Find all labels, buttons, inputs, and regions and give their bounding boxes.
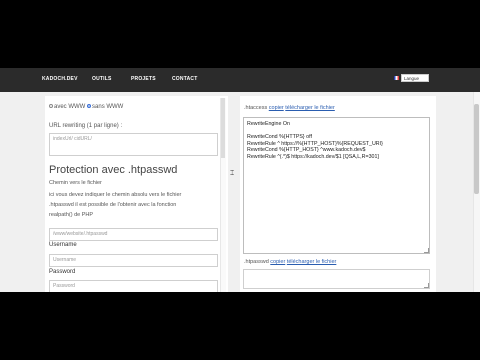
password-label: Password [49, 269, 76, 275]
nav-item-contact[interactable]: CONTACT [172, 76, 197, 82]
radio-without-www-label: sans WWW [92, 104, 124, 110]
htaccess-output-textarea[interactable]: RewriteEngine On RewriteCond %{HTTPS} of… [243, 117, 430, 254]
username-input[interactable]: Username [49, 254, 218, 267]
nav-item-outils[interactable]: OUTILS [92, 76, 112, 82]
mouse-cursor-icon: ⌶ [230, 170, 235, 177]
htpasswd-resize-handle[interactable] [424, 283, 429, 288]
nav-logo[interactable]: KADOCH.DEV [42, 76, 78, 82]
htaccess-label: .htaccess [244, 105, 268, 111]
nav-item-projets[interactable]: PROJETS [131, 76, 156, 82]
textarea-resize-handle[interactable] [424, 248, 429, 253]
language-switcher[interactable]: Langue [394, 74, 429, 82]
browser-viewport: KADOCH.DEV OUTILS PROJETS CONTACT Langue… [0, 68, 480, 292]
htpasswd-header: .htpasswd copier télécharger le fichier [244, 259, 336, 265]
rewrite-label: URL rewriting (1 par ligne) : [49, 123, 123, 129]
path-label: Chemin vers le fichier [49, 180, 102, 186]
radio-with-www[interactable] [49, 104, 53, 109]
htpasswd-output-textarea[interactable] [243, 269, 430, 289]
htaccess-download-link[interactable]: télécharger le fichier [285, 105, 335, 111]
htpasswd-label: .htpasswd [244, 259, 269, 265]
section-title: Protection avec .htpasswd [49, 164, 178, 176]
htaccess-header: .htaccess copier télécharger le fichier [244, 105, 335, 111]
radio-with-www-label: avec WWW [54, 104, 86, 110]
form-scrollbar-thumb[interactable] [221, 98, 225, 158]
www-radio-group: avec WWW sans WWW [49, 104, 123, 110]
password-input[interactable]: Password [49, 280, 218, 292]
htaccess-copy-link[interactable]: copier [269, 105, 284, 111]
help-text-line1: ici vous devez indiquer le chemin absolu… [49, 192, 182, 198]
radio-without-www[interactable] [87, 104, 92, 109]
htpasswd-download-link[interactable]: télécharger le fichier [287, 259, 337, 265]
language-select[interactable]: Langue [401, 74, 429, 82]
htpasswd-copy-link[interactable]: copier [270, 259, 285, 265]
top-navbar: KADOCH.DEV OUTILS PROJETS CONTACT Langue [0, 68, 480, 92]
page-scrollbar-thumb[interactable] [474, 104, 479, 194]
help-text-line2: .htpasswd il est possible de l'obtenir a… [49, 202, 177, 208]
french-flag-icon [394, 76, 399, 80]
username-label: Username [49, 242, 77, 248]
rewrite-textarea[interactable]: indexUrl/ cidURL/ [49, 133, 218, 156]
help-text-line3: realpath() de PHP [49, 212, 94, 218]
htpasswd-path-input[interactable]: /www/website/.htpasswd [49, 228, 218, 241]
